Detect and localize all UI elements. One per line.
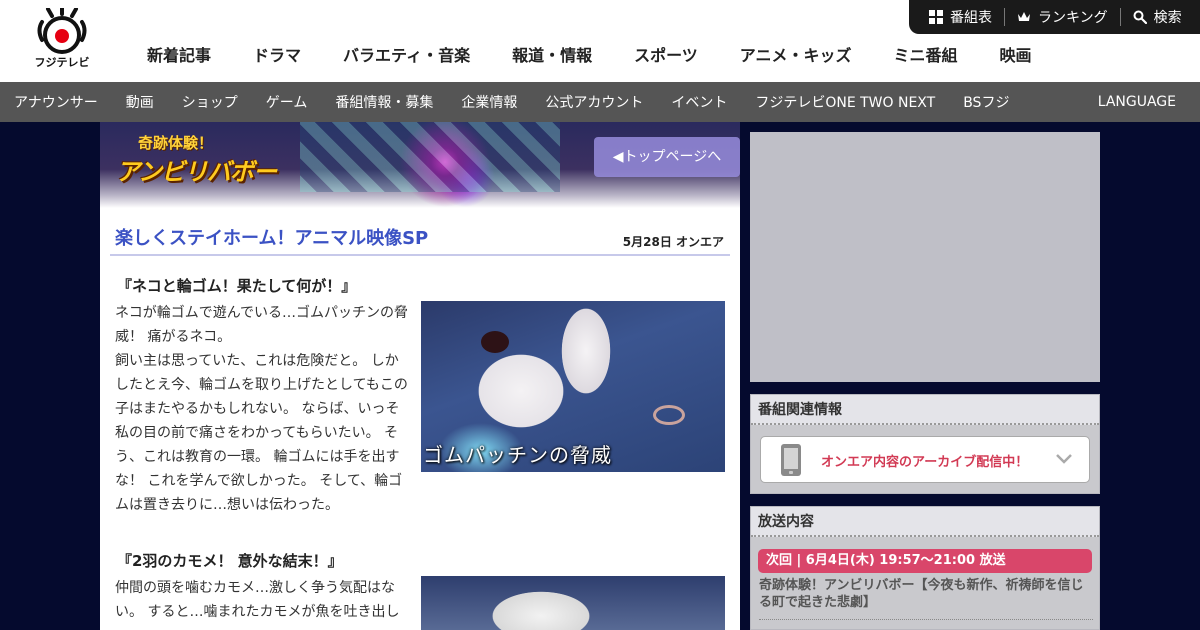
broadcast-divider: [759, 619, 1093, 620]
broadcast-heading: 放送内容: [751, 507, 1099, 537]
archive-dropdown[interactable]: オンエア内容のアーカイブ配信中！: [760, 436, 1090, 483]
sub-nav-bs-fuji[interactable]: BSフジ: [949, 92, 1023, 112]
nav-item-anime-kids[interactable]: アニメ・キッズ: [719, 44, 873, 68]
top-page-button[interactable]: ◀トップページへ: [594, 137, 740, 177]
image-caption: ゴムパッチンの脅威: [423, 443, 612, 467]
nav-item-mini-programs[interactable]: ミニ番組: [872, 44, 978, 68]
medama-logo-icon: [37, 6, 87, 54]
search-label: 検索: [1153, 10, 1182, 26]
language-selector[interactable]: LANGUAGE: [1098, 94, 1176, 110]
section-title: 『2羽のカモメ！ 意外な結末！』: [117, 552, 343, 570]
sub-nav-program-info[interactable]: 番組情報・募集: [321, 92, 447, 112]
schedule-label: 番組表: [950, 10, 992, 26]
nav-item-movies[interactable]: 映画: [978, 44, 1052, 68]
ranking-label: ランキング: [1038, 10, 1108, 26]
related-info-heading: 番組関連情報: [751, 395, 1099, 425]
sub-nav-games[interactable]: ゲーム: [252, 92, 322, 112]
article-content: 奇跡体験！ アンビリバボー ◀トップページへ 楽しくステイホーム！アニマル映像S…: [100, 122, 740, 630]
program-banner: 奇跡体験！ アンビリバボー ◀トップページへ: [100, 122, 740, 208]
section-text: 仲間の頭を噛むカモメ…激しく争う気配はない。 すると…噛まれたカモメが魚を吐き出…: [115, 580, 400, 620]
banner-logo-title: アンビリバボー: [116, 158, 277, 186]
fujitv-logo[interactable]: フジテレビ: [30, 6, 94, 70]
main-nav: 新着記事 ドラマ バラエティ・音楽 報道・情報 スポーツ アニメ・キッズ ミニ番…: [126, 44, 1053, 68]
banner-floor-pattern: [300, 122, 560, 192]
search-link[interactable]: 検索: [1119, 8, 1194, 26]
utility-bar: 番組表 ランキング 検索: [909, 0, 1200, 34]
sub-nav-events[interactable]: イベント: [657, 92, 741, 112]
ad-slot: [750, 132, 1100, 382]
schedule-link[interactable]: 番組表: [929, 8, 1004, 26]
nav-item-news-info[interactable]: 報道・情報: [491, 44, 613, 68]
crown-icon: [1017, 11, 1031, 23]
site-header: フジテレビ 新着記事 ドラマ バラエティ・音楽 報道・情報 スポーツ アニメ・キ…: [0, 0, 1200, 82]
smartphone-icon: [781, 444, 801, 476]
sub-nav-official-accounts[interactable]: 公式アカウント: [531, 92, 657, 112]
section-title: 『ネコと輪ゴム！果たして何が！』: [117, 277, 357, 295]
episode-title: 楽しくステイホーム！アニマル映像SP: [115, 228, 429, 249]
cat-rubber-band-image: ゴムパッチンの脅威: [421, 301, 725, 472]
related-info-box: 番組関連情報 オンエア内容のアーカイブ配信中！: [750, 394, 1100, 494]
section-text: ネコが輪ゴムで遊んでいる…ゴムパッチンの脅威！ 痛がるネコ。 飼い主は思っていた…: [115, 305, 409, 513]
grid-icon: [929, 10, 943, 24]
ranking-link[interactable]: ランキング: [1004, 8, 1120, 26]
nav-item-new-articles[interactable]: 新着記事: [126, 44, 232, 68]
seagull-image: [421, 576, 725, 630]
broadcast-box: 放送内容 次回 | 6月4日(木) 19:57～21:00 放送 奇跡体験！アン…: [750, 506, 1100, 630]
episode-date: 5月28日 オンエア: [622, 235, 724, 249]
sub-nav-videos[interactable]: 動画: [112, 92, 168, 112]
sub-nav-announcers[interactable]: アナウンサー: [0, 92, 112, 112]
sub-nav-one-two-next[interactable]: フジテレビONE TWO NEXT: [741, 92, 949, 112]
nav-item-variety-music[interactable]: バラエティ・音楽: [322, 44, 491, 68]
sub-nav: アナウンサー 動画 ショップ ゲーム 番組情報・募集 企業情報 公式アカウント …: [0, 82, 1200, 122]
chevron-down-icon: [1056, 454, 1072, 464]
logo-text: フジテレビ: [34, 56, 90, 69]
next-broadcast-badge: 次回 | 6月4日(木) 19:57～21:00 放送: [758, 549, 1092, 573]
cat-mouth: [481, 331, 509, 353]
sub-nav-corporate[interactable]: 企業情報: [447, 92, 531, 112]
next-broadcast-description[interactable]: 奇跡体験！アンビリバボー【今夜も新作、祈祷師を信じる町で起きた悲劇】: [759, 577, 1093, 611]
nav-item-drama[interactable]: ドラマ: [232, 44, 322, 68]
sub-nav-shop[interactable]: ショップ: [168, 92, 252, 112]
archive-label: オンエア内容のアーカイブ配信中！: [821, 455, 1029, 470]
rubber-band: [653, 405, 685, 425]
title-divider: [110, 254, 730, 256]
banner-logo-subtitle: 奇跡体験！: [138, 134, 214, 152]
search-icon: [1133, 10, 1147, 24]
nav-item-sports[interactable]: スポーツ: [613, 44, 719, 68]
